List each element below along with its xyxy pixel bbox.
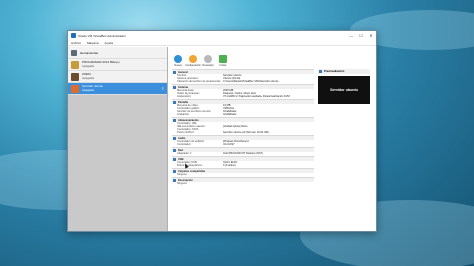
- preview-panel: Previsualización Servidor ubuntu: [318, 69, 370, 104]
- network-icon: [173, 148, 176, 152]
- vm-menu-icon[interactable]: ≡: [162, 86, 164, 91]
- vm-state: Apagada: [82, 87, 95, 92]
- vm-state: Apagada: [82, 63, 95, 68]
- vm-item-zoem[interactable]: ZOEM Apagada: [68, 71, 167, 83]
- section-general: General Nombre: Servidor ubuntu Sistema o…: [172, 69, 314, 83]
- detail-key: Ninguna: [177, 182, 187, 185]
- detail-key: Puerto SATA 0:: [177, 131, 195, 134]
- details-pane: Nueva Configuración Descartar Iniciar Ge: [168, 47, 376, 231]
- close-button[interactable]: ✕: [366, 33, 376, 38]
- vm-os-icon: [71, 72, 79, 81]
- tools-label: Herramientas: [80, 50, 99, 55]
- vm-os-icon: [71, 60, 79, 69]
- vm-item-programar[interactable]: PROGRAMAR 2012 Biferpo Apagada: [68, 59, 167, 71]
- tools-icon: [71, 49, 77, 56]
- section-usb: USB Controlador USB: OHCI, EHCI Filtros d…: [172, 156, 314, 167]
- gear-icon: [189, 55, 197, 63]
- start-button[interactable]: Iniciar: [217, 55, 229, 67]
- settings-label: Configuración: [185, 64, 202, 67]
- folder-icon: [173, 169, 176, 173]
- title-bar: Oracle VM VirtualBox Administrador — ☐ ✕: [68, 31, 376, 40]
- detail-row: Grabación: Inhabilitado: [172, 113, 314, 116]
- speaker-icon: [173, 136, 176, 140]
- detail-row: Aceleración: VT-x/AMD-V, Paginación anida…: [172, 95, 314, 98]
- section-pantalla: Pantalla Memoria de vídeo: 16 MB Controla…: [172, 99, 314, 116]
- section-descripcion: Descripción Ninguna: [172, 177, 314, 185]
- start-arrow-icon: [219, 55, 227, 63]
- detail-value: C:\Users\Daniel\VirtualBox VMs\Servidor …: [223, 80, 279, 83]
- section-red: Red Adaptador 1: Intel PRO/1000 MT Deskto…: [172, 147, 314, 155]
- vm-state: Apagada: [82, 75, 95, 80]
- section-sistema: Sistema Memoria base: 2048 MB Orden de ar…: [172, 84, 314, 98]
- new-label: Nueva: [174, 64, 182, 67]
- discard-label: Descartar: [202, 64, 214, 67]
- virtualbox-app-icon: [71, 33, 76, 38]
- detail-row: Controlador: ICH AC97: [172, 143, 314, 146]
- menu-maquina[interactable]: Máquina: [87, 41, 99, 45]
- start-label: Iniciar: [219, 64, 227, 67]
- toolbar: Nueva Configuración Descartar Iniciar: [168, 47, 376, 67]
- vm-list-sidebar: Herramientas PROGRAMAR 2012 Biferpo Apag…: [68, 47, 168, 231]
- preview-header[interactable]: Previsualización: [318, 69, 370, 74]
- detail-row: Ubicación del archivo de preferencias: C:…: [172, 80, 314, 83]
- menu-archivo[interactable]: Archivo: [71, 41, 81, 45]
- detail-key: Controlador:: [177, 143, 192, 146]
- maximize-button[interactable]: ☐: [356, 33, 366, 38]
- detail-key: Ninguna: [177, 173, 187, 176]
- detail-value: Servidor ubuntu.vdi (Normal, 10,00 GB): [223, 131, 269, 134]
- settings-button[interactable]: Configuración: [185, 55, 202, 67]
- preview-screen-text: Servidor ubuntu: [330, 88, 358, 92]
- detail-row: Filtros de dispositivos: 0 (0 activo): [172, 164, 314, 167]
- section-carpetas: Carpetas compartidas Ninguna: [172, 168, 314, 176]
- new-button[interactable]: Nueva: [172, 55, 184, 67]
- detail-key: Grabación:: [177, 113, 190, 116]
- detail-value: Inhabilitado: [223, 113, 237, 116]
- description-icon: [173, 178, 176, 182]
- usb-icon: [173, 157, 176, 161]
- detail-key: Adaptador 1:: [177, 152, 192, 155]
- new-icon: [174, 55, 182, 63]
- general-icon: [173, 70, 176, 74]
- preview-title: Previsualización: [324, 70, 345, 73]
- vm-details: General Nombre: Servidor ubuntu Sistema o…: [172, 69, 314, 186]
- discard-button[interactable]: Descartar: [202, 55, 214, 67]
- detail-row: Puerto SATA 0: Servidor ubuntu.vdi (Norma…: [172, 131, 314, 134]
- menu-ayuda[interactable]: Ayuda: [105, 41, 113, 45]
- detail-row: Ninguna: [172, 173, 314, 176]
- vm-item-servidor-ubuntu[interactable]: Servidor ubuntu Apagada ≡: [68, 83, 167, 95]
- preview-screen: Servidor ubuntu: [318, 76, 370, 104]
- detail-key: Ubicación del archivo de preferencias:: [177, 80, 221, 83]
- detail-row: Adaptador 1: Intel PRO/1000 MT Desktop (N…: [172, 152, 314, 155]
- minimize-button[interactable]: —: [346, 33, 356, 38]
- disk-icon: [173, 118, 176, 122]
- preview-icon: [319, 70, 322, 73]
- section-almacenamiento: Almacenamiento Controlador: IDE IDE secu…: [172, 117, 314, 134]
- section-audio: Audio Controlador de anfitrión: Windows D…: [172, 135, 314, 146]
- discard-icon: [204, 55, 212, 63]
- menu-bar: Archivo Máquina Ayuda: [68, 40, 376, 46]
- ubuntu-os-icon: [71, 84, 79, 93]
- chip-icon: [173, 85, 176, 89]
- detail-value: 0 (0 activo): [223, 164, 236, 167]
- window-title: Oracle VM VirtualBox Administrador: [78, 33, 126, 38]
- virtualbox-window: Oracle VM VirtualBox Administrador — ☐ ✕…: [67, 30, 377, 232]
- detail-value: Intel PRO/1000 MT Desktop (NAT): [223, 152, 263, 155]
- monitor-icon: [173, 100, 176, 104]
- detail-row: Ninguna: [172, 182, 314, 185]
- tools-item[interactable]: Herramientas: [68, 47, 167, 59]
- detail-key: Aceleración:: [177, 95, 192, 98]
- detail-value: VT-x/AMD-V, Paginación anidada, Paravirt…: [223, 95, 290, 98]
- detail-value: ICH AC97: [223, 143, 235, 146]
